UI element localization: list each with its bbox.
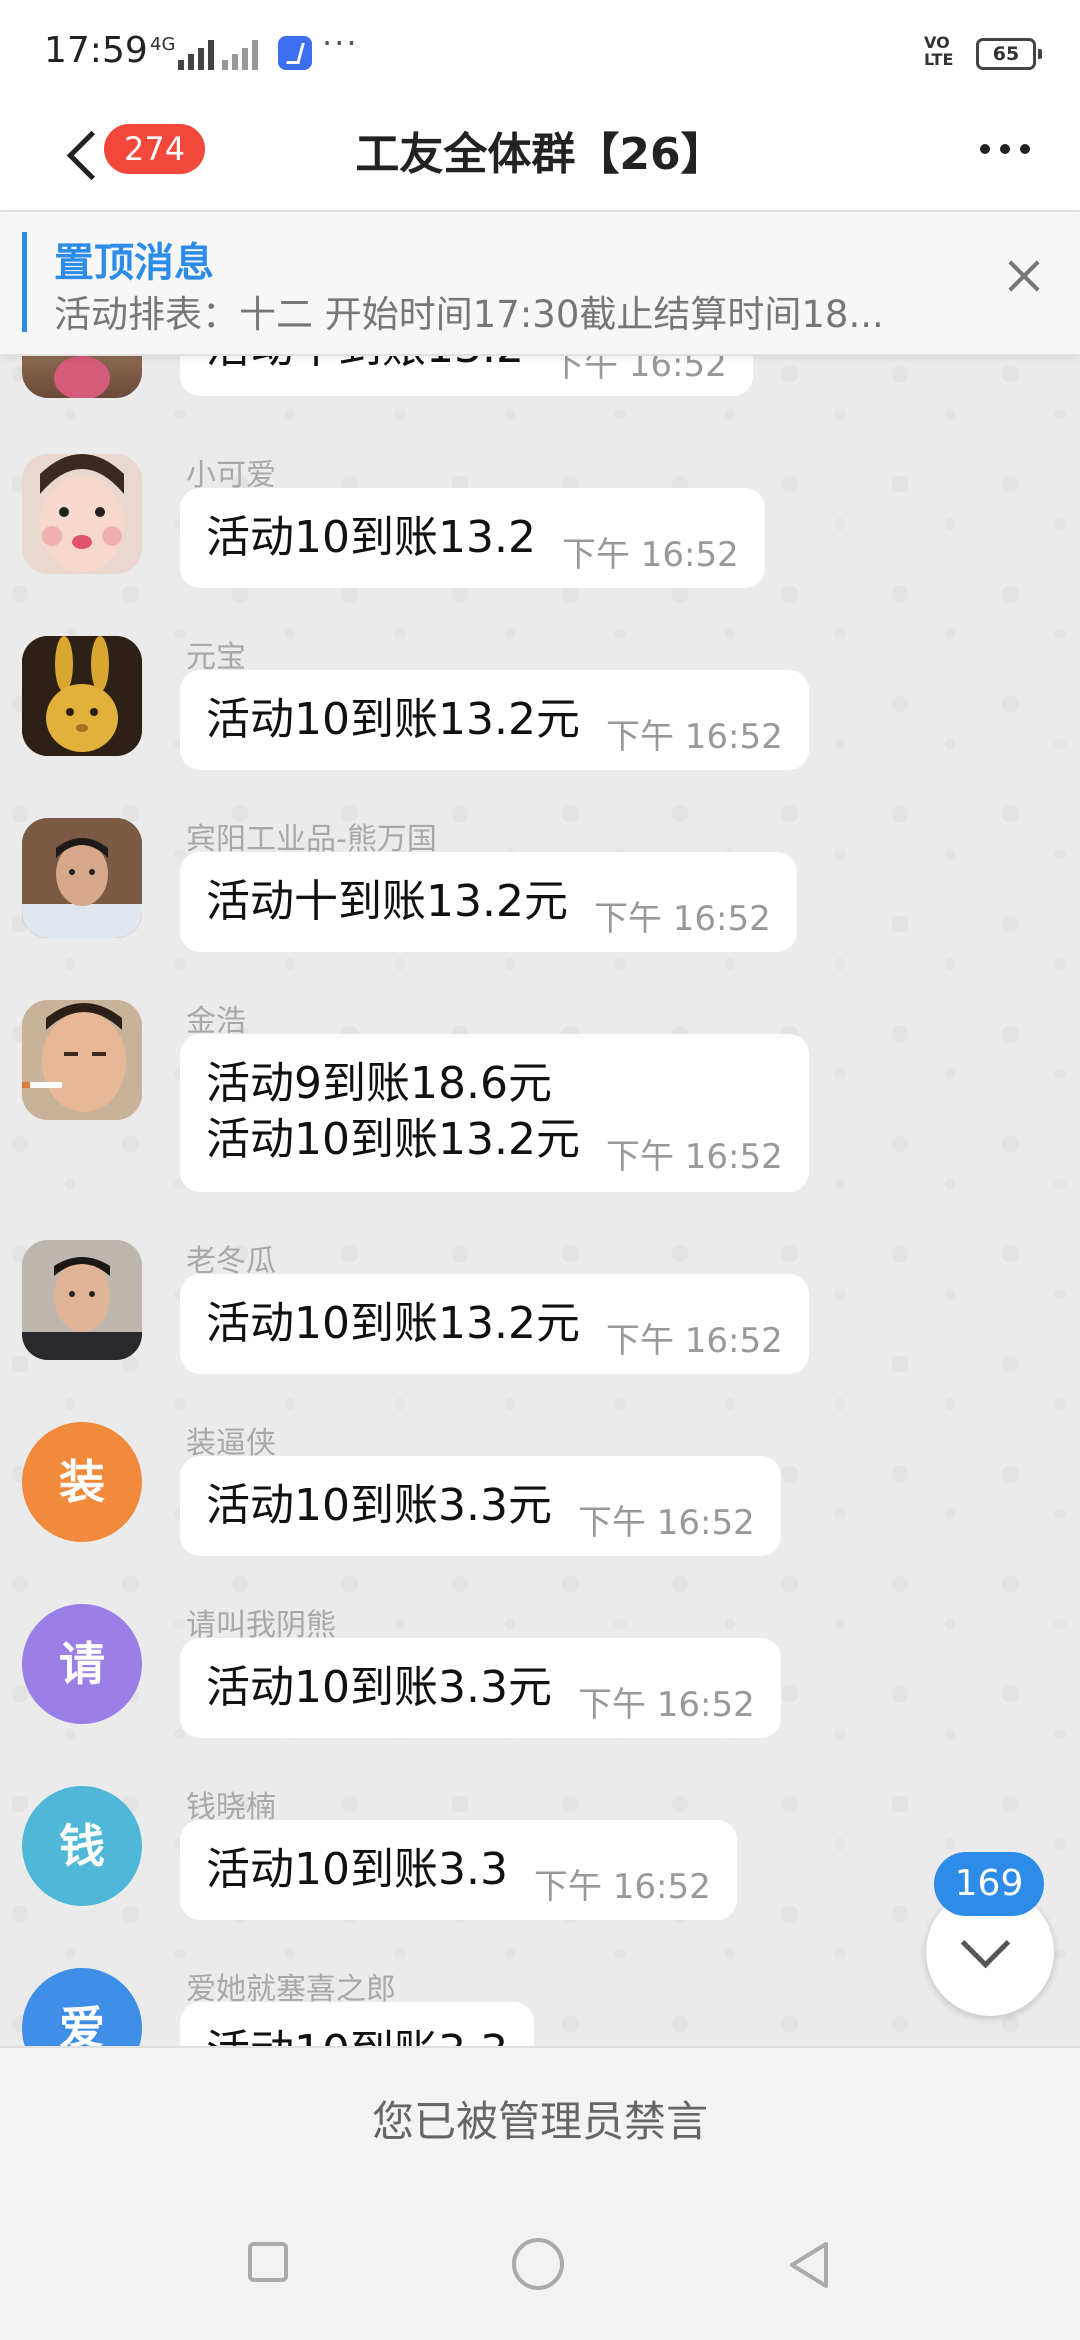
message-time: 下午 16:52 xyxy=(533,1867,711,1907)
more-notifications-icon: ··· xyxy=(322,24,359,62)
chevron-down-icon xyxy=(960,1918,1011,1969)
message-text: 活动10到账3.3元 xyxy=(206,1662,552,1713)
avatar[interactable]: 钱 xyxy=(22,1786,142,1906)
message-list[interactable]: 活动十到账13.2下午 16:52 小可爱 活动10到账13.2下午 16:52… xyxy=(0,354,1080,2046)
message-time: 下午 16:52 xyxy=(605,1137,783,1177)
message-bubble[interactable]: 活动十到账13.2元 下午 16:52 xyxy=(180,852,797,952)
message-text: 活动10到账13.2 xyxy=(206,512,536,563)
battery-level: 65 xyxy=(992,43,1020,65)
chat-header: 274 工友全体群【26】 xyxy=(0,100,1080,212)
message-text: 活动10到账3.3 xyxy=(206,1844,508,1895)
message-bubble[interactable]: 活动10到账13.2元 下午 16:52 xyxy=(180,1274,809,1374)
recents-icon[interactable] xyxy=(248,2242,288,2282)
volte-icon: VO LTE xyxy=(924,33,954,69)
message-text: 活动十到账13.2 xyxy=(206,354,524,376)
new-messages-badge[interactable]: 169 xyxy=(934,1852,1044,1916)
message-time: 下午 16:52 xyxy=(577,1503,755,1543)
status-bar: 17:59 4G ··· VO LTE 65 xyxy=(0,0,1080,100)
pinned-text: 活动排表：十二 开始时间17:30截止结算时间18... xyxy=(54,293,884,336)
message-bubble[interactable]: 活动10到账13.2元 下午 16:52 xyxy=(180,670,809,770)
battery-icon: 65 xyxy=(976,38,1042,70)
pinned-title: 置顶消息 xyxy=(54,240,214,286)
system-nav-bar xyxy=(0,2194,1080,2340)
message-time: 下午 16:52 xyxy=(561,535,739,575)
message-bubble[interactable]: 活动十到账13.2 下午 16:52 xyxy=(180,354,753,396)
message-text: 活动十到账13.2元 xyxy=(206,876,568,927)
message-text: 活动10到账13.2元 xyxy=(206,1298,580,1349)
network-type-label: 4G xyxy=(150,34,176,55)
message-text: 活动9到账18.6元 活动10到账13.2元 xyxy=(206,1058,580,1165)
message-bubble[interactable]: 活动10到账3.3元 下午 16:52 xyxy=(180,1456,781,1556)
message-time: 下午 16:52 xyxy=(605,1321,783,1361)
avatar[interactable] xyxy=(22,1000,142,1120)
avatar[interactable]: 爱 xyxy=(22,1968,142,2046)
more-options-icon[interactable] xyxy=(980,144,1030,154)
message-bubble[interactable]: 活动10到账3.3 下午 16:52 xyxy=(180,1820,737,1920)
avatar[interactable] xyxy=(22,636,142,756)
muted-notice: 您已被管理员禁言 xyxy=(0,2046,1080,2196)
signal-2-icon xyxy=(222,36,258,70)
message-time: 下午 16:52 xyxy=(549,354,727,385)
message-time: 下午 16:52 xyxy=(593,899,771,939)
avatar[interactable] xyxy=(22,1240,142,1360)
message-text: 活动10到账13.2元 xyxy=(206,694,580,745)
home-icon[interactable] xyxy=(512,2238,564,2290)
message-bubble[interactable]: 活动10到账13.2 下午 16:52 xyxy=(180,488,765,588)
chat-title: 工友全体群【26】 xyxy=(355,129,725,180)
app-notification-icon xyxy=(278,36,312,70)
pinned-accent-bar xyxy=(22,232,27,332)
avatar[interactable]: 请 xyxy=(22,1604,142,1724)
signal-icon xyxy=(178,36,214,70)
avatar[interactable] xyxy=(22,354,142,398)
message-text: 活动10到账3.3元 xyxy=(206,1480,552,1531)
message-time: 下午 16:52 xyxy=(605,717,783,757)
nav-back-icon[interactable] xyxy=(786,2240,834,2290)
close-pinned-icon[interactable] xyxy=(1004,256,1044,296)
message-bubble[interactable]: 活动10到账3.3 xyxy=(180,2002,534,2046)
message-bubble[interactable]: 活动10到账3.3元 下午 16:52 xyxy=(180,1638,781,1738)
avatar[interactable] xyxy=(22,818,142,938)
status-time: 17:59 xyxy=(44,30,148,71)
pinned-message-banner[interactable]: 置顶消息 活动排表：十二 开始时间17:30截止结算时间18... xyxy=(0,212,1080,356)
message-bubble[interactable]: 活动9到账18.6元 活动10到账13.2元 下午 16:52 xyxy=(180,1034,809,1192)
avatar[interactable]: 装 xyxy=(22,1422,142,1542)
avatar[interactable] xyxy=(22,454,142,574)
message-time: 下午 16:52 xyxy=(577,1685,755,1725)
message-text: 活动10到账3.3 xyxy=(206,2024,508,2046)
